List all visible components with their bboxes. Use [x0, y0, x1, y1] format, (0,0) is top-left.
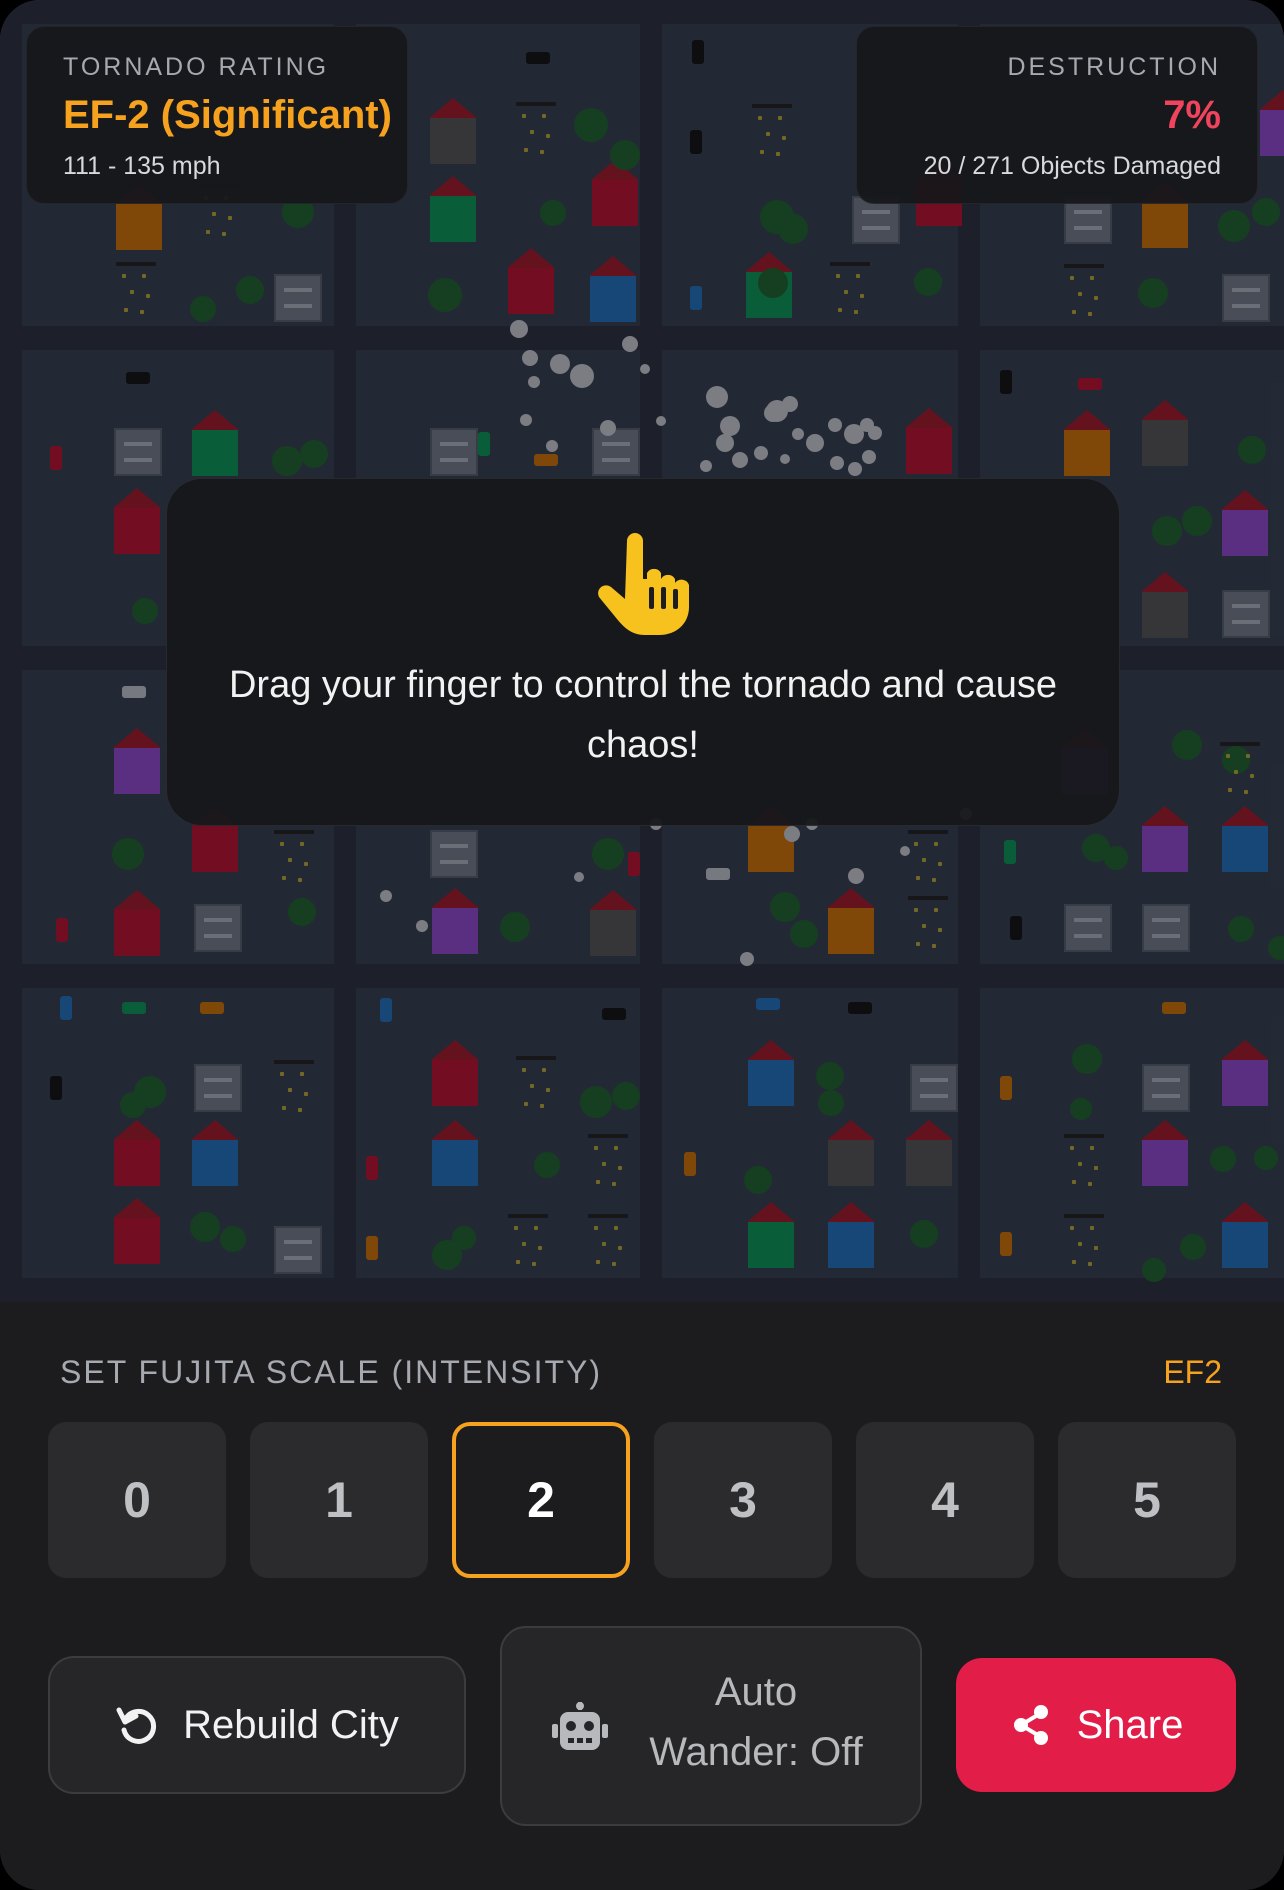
objects-damaged: 20 / 271 Objects Damaged — [923, 152, 1221, 180]
destruction-caption: DESTRUCTION — [1007, 53, 1221, 81]
auto-wander-toggle[interactable]: Auto Wander: Off — [500, 1626, 922, 1826]
rebuild-city-label: Rebuild City — [183, 1702, 399, 1747]
fujita-scale-selector: 0 1 2 3 4 5 — [48, 1422, 1236, 1578]
control-panel: SET FUJITA SCALE (INTENSITY) EF2 0 1 2 3… — [0, 1302, 1284, 1890]
scale-button-2[interactable]: 2 — [452, 1422, 630, 1578]
share-button[interactable]: Share — [956, 1658, 1236, 1792]
scale-button-5[interactable]: 5 — [1058, 1422, 1236, 1578]
rating-speed: 111 - 135 mph — [63, 152, 221, 180]
auto-wander-label: Auto Wander: Off — [622, 1662, 890, 1782]
scale-button-1[interactable]: 1 — [250, 1422, 428, 1578]
destruction-card: DESTRUCTION 7% 20 / 271 Objects Damaged — [856, 26, 1258, 204]
rating-value: EF-2 (Significant) — [63, 93, 392, 137]
scale-label: SET FUJITA SCALE (INTENSITY) — [60, 1354, 602, 1390]
share-label: Share — [1076, 1702, 1184, 1747]
game-screen: TORNADO RATING EF-2 (Significant) 111 - … — [0, 0, 1284, 1890]
instruction-message: Drag your finger to control the tornado … — [228, 664, 1058, 766]
scale-current-value: EF2 — [1163, 1354, 1222, 1390]
tornado-rating-card: TORNADO RATING EF-2 (Significant) 111 - … — [26, 26, 408, 204]
rating-caption: TORNADO RATING — [63, 53, 330, 81]
refresh-icon — [116, 1707, 157, 1744]
auto-wander-label-line2: Wander: Off — [649, 1730, 863, 1774]
destruction-percent: 7% — [1163, 93, 1221, 137]
scale-button-0[interactable]: 0 — [48, 1422, 226, 1578]
scale-button-4[interactable]: 4 — [856, 1422, 1034, 1578]
instruction-overlay[interactable]: Drag your finger to control the tornado … — [166, 478, 1120, 826]
share-icon — [1013, 1705, 1048, 1745]
scale-button-3[interactable]: 3 — [654, 1422, 832, 1578]
auto-wander-label-line1: Auto — [714, 1670, 798, 1714]
robot-icon — [552, 1702, 608, 1750]
rebuild-city-button[interactable]: Rebuild City — [48, 1656, 466, 1794]
pointing-hand-icon — [598, 533, 689, 635]
